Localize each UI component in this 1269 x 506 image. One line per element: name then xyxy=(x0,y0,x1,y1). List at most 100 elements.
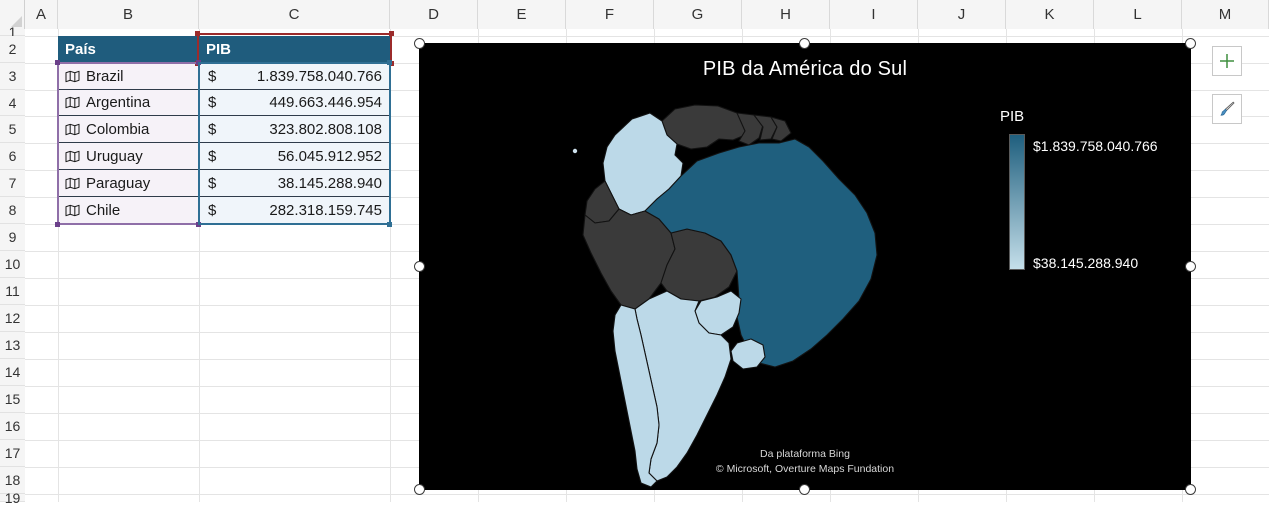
country-range-border-left xyxy=(57,62,59,225)
filled-map-chart[interactable]: PIB da América do Sul PIB $1.839.758.040… xyxy=(419,43,1191,490)
legend-max-label: $1.839.758.040.766 xyxy=(1033,138,1158,154)
country-name: Chile xyxy=(86,201,121,219)
country-range-border-bottom xyxy=(57,223,199,225)
geography-map-icon xyxy=(65,177,80,189)
column-header-k[interactable]: K xyxy=(1006,0,1094,29)
row-header-6[interactable]: 6 xyxy=(0,143,25,170)
gdp-value-cell[interactable]: $1.839.758.040.766 xyxy=(199,63,390,90)
row-header-8[interactable]: 8 xyxy=(0,197,25,224)
row-header-13[interactable]: 13 xyxy=(0,332,25,359)
column-header-d[interactable]: D xyxy=(390,0,478,29)
table-row[interactable]: Chile xyxy=(58,197,199,224)
country-name: Colombia xyxy=(86,120,150,138)
row-header-9[interactable]: 9 xyxy=(0,224,25,251)
row-header-12[interactable]: 12 xyxy=(0,305,25,332)
gdp-value: 1.839.758.040.766 xyxy=(256,67,382,85)
row-header-10[interactable]: 10 xyxy=(0,251,25,278)
value-range-handle-top-right[interactable] xyxy=(387,60,392,65)
row-header-3[interactable]: 3 xyxy=(0,63,25,90)
country-range-handle-bottom-left[interactable] xyxy=(55,222,60,227)
geography-map-icon xyxy=(65,150,80,162)
column-header-g[interactable]: G xyxy=(654,0,742,29)
table-row[interactable]: Brazil xyxy=(58,63,199,90)
table-row[interactable]: Colombia xyxy=(58,116,199,143)
column-header-l[interactable]: L xyxy=(1094,0,1182,29)
country-name: Argentina xyxy=(86,94,151,111)
currency-symbol: $ xyxy=(208,94,217,111)
column-header-a[interactable]: A xyxy=(25,0,58,29)
row-header-19[interactable]: 19 xyxy=(0,491,25,505)
table-row[interactable]: Argentina xyxy=(58,90,199,116)
gdp-value: 38.145.288.940 xyxy=(277,174,382,192)
column-header-i[interactable]: I xyxy=(830,0,918,29)
table-header-pais[interactable]: País xyxy=(58,36,199,63)
gdp-value-cell[interactable]: $38.145.288.940 xyxy=(199,170,390,197)
geography-map-icon xyxy=(65,123,80,135)
column-header-c[interactable]: C xyxy=(199,0,390,29)
chart-handle-bottom-left[interactable] xyxy=(414,484,425,495)
gdp-value-cell[interactable]: $56.045.912.952 xyxy=(199,143,390,170)
chart-handle-bottom-center[interactable] xyxy=(799,484,810,495)
chart-handle-top-right[interactable] xyxy=(1185,38,1196,49)
row-header-15[interactable]: 15 xyxy=(0,386,25,413)
header-handle-top-right[interactable] xyxy=(389,31,394,36)
country-name: Paraguay xyxy=(86,174,151,192)
row-header-strip: 1 2 3 4 5 6 7 8 9 10 11 12 13 14 15 16 17 18 19 xyxy=(0,25,25,505)
header-handle-top-left[interactable] xyxy=(195,31,200,36)
chart-handle-bottom-right[interactable] xyxy=(1185,484,1196,495)
chart-title: PIB da América do Sul xyxy=(702,58,908,80)
geography-map-icon xyxy=(65,204,80,216)
gdp-value-cell[interactable]: $282.318.159.745 xyxy=(199,197,390,224)
country-name: Uruguay xyxy=(86,147,143,165)
header-selection-border-top xyxy=(197,33,392,35)
table-row[interactable]: Paraguay xyxy=(58,170,199,197)
currency-symbol: $ xyxy=(208,147,217,165)
gridline-horizontal xyxy=(25,494,1269,495)
gdp-value-cell[interactable]: $449.663.446.954 xyxy=(199,90,390,116)
excel-worksheet-with-map-chart: ABCDEFGHIJKLM 1 2 3 4 5 6 7 8 9 10 11 12 13 14 15 16 17 1… xyxy=(0,0,1269,505)
chart-handle-top-left[interactable] xyxy=(414,38,425,49)
currency-symbol: $ xyxy=(208,174,217,192)
geography-map-icon xyxy=(65,70,80,82)
currency-symbol: $ xyxy=(208,120,217,138)
row-header-2[interactable]: 2 xyxy=(0,36,25,63)
column-header-j[interactable]: J xyxy=(918,0,1006,29)
country-range-border-top xyxy=(57,62,198,64)
value-range-border-bottom xyxy=(198,223,391,225)
value-range-border-top xyxy=(198,62,391,64)
column-header-e[interactable]: E xyxy=(478,0,566,29)
country-range-handle-top-left[interactable] xyxy=(55,60,60,65)
currency-symbol: $ xyxy=(208,67,217,85)
legend-gradient-bar xyxy=(1009,134,1025,270)
column-header-b[interactable]: B xyxy=(58,0,199,29)
table-header-pib[interactable]: PIB xyxy=(199,36,390,63)
row-header-17[interactable]: 17 xyxy=(0,440,25,467)
geography-map-icon xyxy=(65,96,80,109)
gdp-value: 282.318.159.745 xyxy=(269,201,382,219)
row-header-16[interactable]: 16 xyxy=(0,413,25,440)
value-range-handle-bottom-right[interactable] xyxy=(387,222,392,227)
legend-min-label: $38.145.288.940 xyxy=(1033,255,1139,271)
map-attribution-line1: Da plataforma Bing xyxy=(760,448,850,460)
row-header-11[interactable]: 11 xyxy=(0,278,25,305)
gdp-value: 323.802.808.108 xyxy=(269,120,382,138)
chart-handle-middle-left[interactable] xyxy=(414,261,425,272)
plus-icon xyxy=(1220,54,1234,68)
gdp-value: 449.663.446.954 xyxy=(269,94,382,111)
island-marker xyxy=(572,148,578,154)
row-header-7[interactable]: 7 xyxy=(0,170,25,197)
column-header-m[interactable]: M xyxy=(1182,0,1269,29)
table-row[interactable]: Uruguay xyxy=(58,143,199,170)
row-header-14[interactable]: 14 xyxy=(0,359,25,386)
column-header-h[interactable]: H xyxy=(742,0,830,29)
row-header-4[interactable]: 4 xyxy=(0,90,25,116)
chart-handle-middle-right[interactable] xyxy=(1185,261,1196,272)
paintbrush-icon xyxy=(1220,101,1235,116)
row-header-5[interactable]: 5 xyxy=(0,116,25,143)
gdp-value-cell[interactable]: $323.802.808.108 xyxy=(199,116,390,143)
chart-elements-button[interactable] xyxy=(1212,46,1242,76)
chart-styles-button[interactable] xyxy=(1212,94,1242,124)
row-header-1[interactable]: 1 xyxy=(0,25,25,39)
chart-handle-top-center[interactable] xyxy=(799,38,810,49)
column-header-f[interactable]: F xyxy=(566,0,654,29)
